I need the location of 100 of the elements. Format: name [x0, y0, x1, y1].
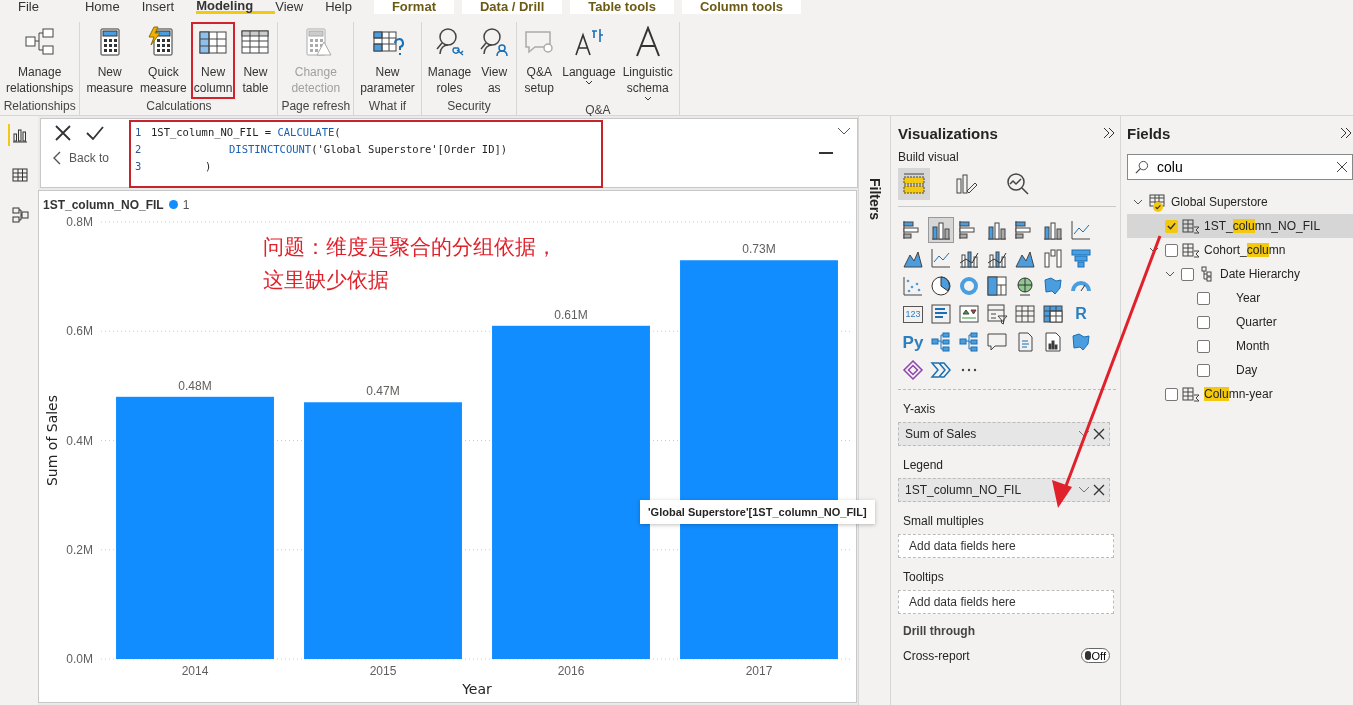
search-field[interactable]: colu [1127, 154, 1353, 180]
checkbox[interactable] [1197, 339, 1210, 353]
report-view-icon[interactable] [8, 124, 30, 146]
filters-tab[interactable]: Filters [866, 178, 883, 220]
formula-editor[interactable]: 1 1ST_column_NO_FIL = CALCULATE( 2 DISTINCTCOUNT('Global Superstore'[Order ID]) 3 ) [129, 120, 603, 188]
field-name: Column-year [1204, 387, 1273, 401]
ribbon-button[interactable]: New column [190, 22, 236, 99]
ribbon-button[interactable]: Q&A setup [520, 22, 559, 103]
ribbon-button[interactable]: Linguistic schema [619, 22, 676, 103]
field-well[interactable]: Add data fields here [898, 590, 1114, 614]
code-line: 1ST_column_NO_FIL = CALCULATE( [150, 125, 341, 141]
data-label: 0.61M [554, 307, 588, 322]
ribbon-tab[interactable]: Table tools [570, 0, 674, 14]
ribbon-tab[interactable]: Home [84, 0, 142, 14]
field-well[interactable]: 1ST_column_NO_FIL [898, 478, 1110, 502]
ribbon-group-label: Q&A [585, 103, 611, 119]
chevron-down-icon[interactable] [1078, 486, 1090, 494]
axis-tick-label: 0.0M [66, 652, 93, 666]
ribbon-button[interactable]: Quick measure [137, 22, 190, 99]
checkbox[interactable] [1165, 243, 1178, 257]
axis-tick-label: 2017 [745, 664, 773, 678]
ribbon-button[interactable]: New table [236, 22, 275, 99]
table-icon [1149, 194, 1167, 210]
ribbon-tab[interactable]: Help [325, 0, 374, 14]
search-input[interactable]: colu [1155, 158, 1330, 176]
field-well[interactable]: Sum of Sales [898, 422, 1110, 446]
close-icon[interactable] [53, 123, 73, 143]
field-item[interactable]: Date Hierarchy [1127, 262, 1353, 286]
ribbon-tab[interactable]: View [275, 0, 326, 14]
ribbon-button[interactable]: Language [559, 22, 619, 103]
ribbon-button[interactable]: New measure [83, 22, 137, 99]
ribbon-button[interactable]: New parameter [357, 22, 418, 99]
legend-label: 1 [182, 197, 190, 212]
chevron-down-icon[interactable] [1165, 269, 1175, 279]
field-name: Date Hierarchy [1220, 267, 1301, 281]
clear-icon[interactable] [1336, 161, 1348, 173]
field-item[interactable]: Global Superstore [1127, 190, 1353, 214]
data-label: 0.48M [178, 378, 212, 393]
field-item[interactable]: Quarter [1127, 310, 1353, 334]
data-label: 0.73M [742, 242, 776, 257]
checkbox[interactable] [1165, 219, 1178, 233]
field-item[interactable]: 1ST_column_NO_FIL [1127, 214, 1353, 238]
chevron-left-icon [53, 151, 61, 165]
ribbon-tab[interactable]: File [18, 0, 85, 14]
well-label: Small multiples [903, 514, 985, 528]
collapse-icon[interactable] [1339, 126, 1353, 140]
back-button[interactable]: Back to [53, 151, 129, 165]
calculated-column-icon [1182, 218, 1200, 234]
code-line: DISTINCTCOUNT('Global Superstore'[Order ID]) [228, 142, 508, 157]
checkbox[interactable] [1197, 363, 1210, 377]
column-chart-icon[interactable] [928, 217, 954, 243]
axis-tick-label: 0.6M [66, 324, 93, 339]
diagram-icon [23, 26, 56, 58]
code-line: ) [204, 159, 212, 174]
axis-tick-label: 0.8M [66, 215, 93, 229]
minimize-icon[interactable] [819, 151, 833, 155]
treemap-icon[interactable] [984, 273, 1010, 299]
calculated-column-icon [1182, 386, 1200, 402]
collapse-icon[interactable] [1102, 126, 1116, 140]
checkbox[interactable] [1197, 291, 1210, 305]
list-card-icon[interactable] [928, 301, 954, 327]
remove-icon[interactable] [1093, 428, 1105, 440]
ribbon-tab[interactable]: Column tools [681, 0, 801, 14]
ribbon-button[interactable]: Manage relationships [3, 22, 77, 99]
toggle-switch[interactable]: Off [1080, 648, 1110, 663]
calculated-column-icon [1182, 242, 1200, 258]
checkbox[interactable] [1181, 267, 1194, 281]
pie-chart-icon[interactable] [928, 273, 954, 299]
field-name: Global Superstore [1171, 195, 1268, 209]
ribbon-tab[interactable]: Insert [141, 0, 197, 14]
chevron-down-icon[interactable] [1078, 430, 1090, 438]
field-item[interactable]: Column-year [1127, 382, 1353, 406]
ribbon-button[interactable]: Manage roles [424, 22, 475, 99]
checkbox[interactable] [1197, 315, 1210, 329]
slicer-icon[interactable] [984, 301, 1010, 327]
field-name: Year [1236, 291, 1261, 305]
field-name: 1ST_column_NO_FIL [1204, 219, 1321, 233]
remove-icon[interactable] [1093, 484, 1105, 496]
field-item[interactable]: Cohort_column [1127, 238, 1353, 262]
field-name: Month [1236, 339, 1270, 353]
field-item[interactable]: Year [1127, 286, 1353, 310]
field-name: Cohort_column [1204, 243, 1286, 257]
ribbon-tab[interactable]: Format [373, 0, 454, 14]
axis-tick-label: 0.2M [66, 542, 93, 557]
ribbon-tab[interactable]: Data / Drill [461, 0, 563, 14]
field-name: Quarter [1236, 315, 1277, 329]
person-search-icon [478, 26, 511, 58]
field-well[interactable]: Add data fields here [898, 534, 1114, 558]
ribbon-button[interactable]: View as [475, 22, 514, 99]
chevron-down-icon[interactable] [837, 127, 851, 135]
legend-title: 1ST_column_NO_FIL [43, 197, 164, 212]
ribbon-group-label: Page refresh [281, 99, 351, 115]
field-item[interactable]: Day [1127, 358, 1353, 382]
fields-well-icon[interactable] [898, 168, 930, 200]
diamond-icon[interactable] [900, 357, 926, 383]
checkbox[interactable] [1165, 387, 1178, 401]
language-icon [572, 26, 605, 58]
ribbon-group-label: Relationships [3, 99, 76, 115]
field-item[interactable]: Month [1127, 334, 1353, 358]
chevron-down-icon[interactable] [1133, 197, 1143, 207]
